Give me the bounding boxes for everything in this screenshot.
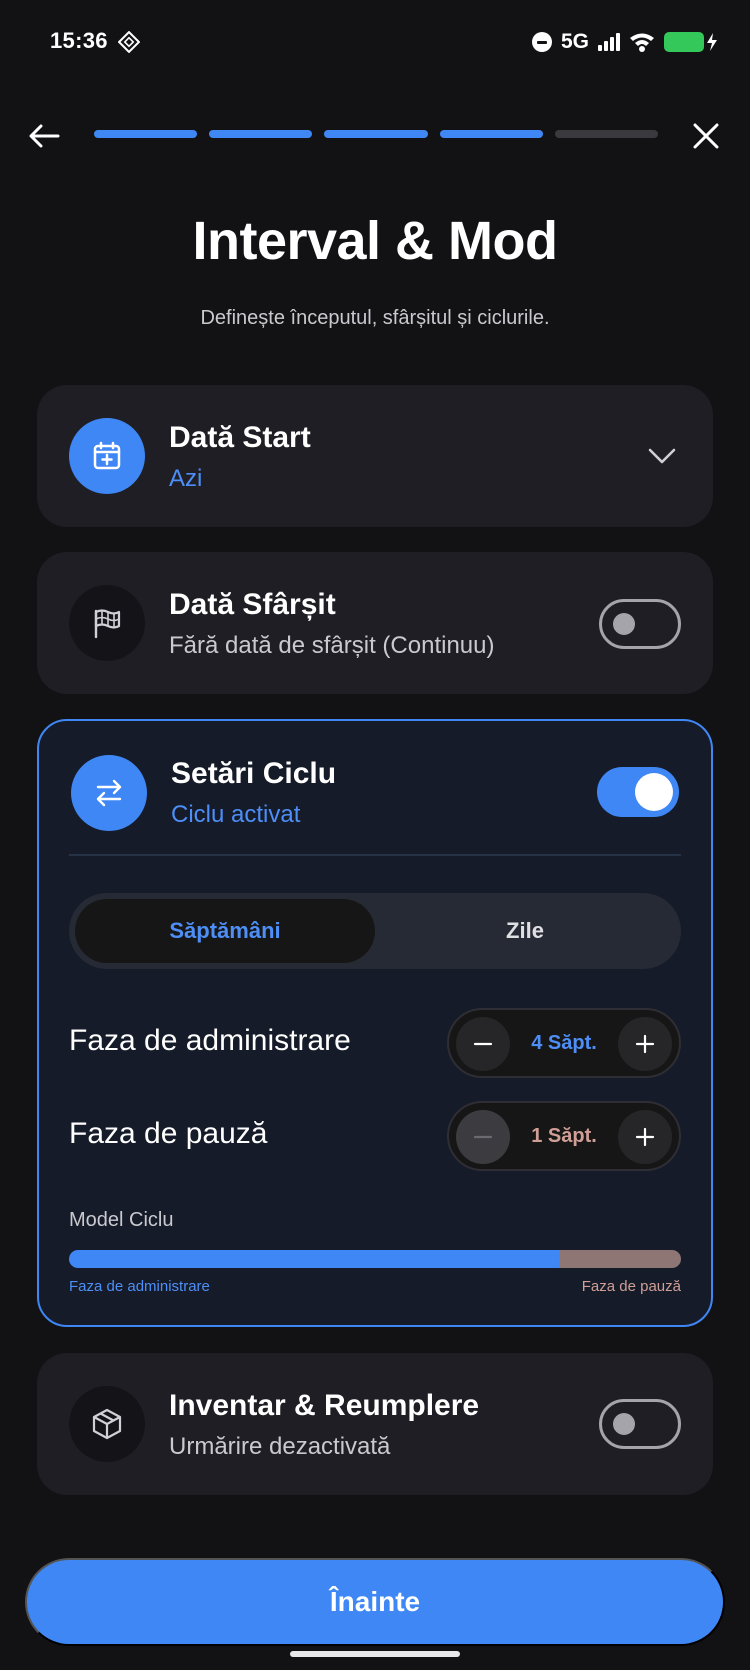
unit-option-days[interactable]: Zile (375, 899, 675, 963)
network-type: 5G (560, 30, 589, 53)
minus-icon (473, 1042, 493, 1046)
start-date-card[interactable]: Dată Start Azi (37, 385, 713, 527)
start-date-value: Azi (169, 465, 203, 492)
status-bar: 15:36 5G (0, 0, 750, 86)
progress-segment (554, 130, 659, 138)
end-date-card: Dată Sfârșit Fără dată de sfârșit (Conti… (37, 552, 713, 694)
arrow-left-icon[interactable] (26, 118, 62, 154)
progress-segment (324, 130, 428, 138)
inventory-toggle[interactable] (599, 1399, 681, 1449)
minus-icon (473, 1135, 493, 1139)
status-indicators: 5G (531, 30, 717, 54)
plus-icon (635, 1127, 655, 1147)
end-date-toggle[interactable] (599, 599, 681, 649)
do-not-disturb-icon (531, 32, 552, 52)
plus-icon (635, 1034, 655, 1054)
cycle-title: Setări Ciclu (171, 757, 337, 790)
signal-icon (598, 33, 620, 51)
admin-phase-label: Faza de administrare (69, 1024, 351, 1057)
cycle-model-admin-segment (69, 1250, 559, 1268)
cycle-model-label: Model Ciclu (69, 1209, 174, 1231)
divider (69, 854, 681, 856)
top-navigation (0, 110, 750, 160)
charging-bolt-icon (707, 33, 717, 51)
inventory-status: Urmărire dezactivată (169, 1433, 391, 1460)
start-date-title: Dată Start (169, 421, 311, 454)
admin-phase-stepper: 4 Săpt. (447, 1008, 681, 1078)
pause-phase-value: 1 Săpt. (531, 1124, 597, 1147)
battery-icon (664, 32, 717, 52)
inventory-card: Inventar & Reumplere Urmărire dezactivat… (37, 1353, 713, 1495)
pause-phase-label: Faza de pauză (69, 1117, 268, 1150)
cycle-model-pause-legend: Faza de pauză (581, 1278, 681, 1295)
cycle-status: Ciclu activat (171, 801, 301, 828)
flag-icon (69, 585, 145, 661)
cycle-model-bar (69, 1250, 681, 1268)
swap-arrows-icon (71, 755, 147, 831)
pause-increase-button[interactable] (618, 1110, 672, 1164)
chevron-down-icon[interactable] (647, 442, 677, 470)
unit-option-weeks[interactable]: Săptămâni (75, 899, 375, 963)
cycle-model-admin-legend: Faza de administrare (69, 1278, 210, 1295)
pause-phase-stepper: 1 Săpt. (447, 1101, 681, 1171)
progress-segment (94, 130, 198, 138)
calendar-plus-icon (69, 418, 145, 494)
admin-decrease-button[interactable] (456, 1017, 510, 1071)
page-subtitle: Definește începutul, sfârșitul și ciclur… (200, 307, 550, 329)
box-icon (69, 1386, 145, 1462)
home-indicator (290, 1651, 460, 1657)
page-title: Interval & Mod (192, 211, 558, 271)
end-date-title: Dată Sfârșit (169, 588, 336, 621)
cycle-toggle[interactable] (597, 767, 679, 817)
step-progress (94, 130, 659, 140)
next-button[interactable]: Înainte (25, 1558, 725, 1646)
app-notification-icon (118, 31, 140, 53)
status-time: 15:36 (50, 28, 108, 53)
inventory-title: Inventar & Reumplere (169, 1389, 480, 1422)
wifi-icon (630, 33, 654, 52)
admin-increase-button[interactable] (618, 1017, 672, 1071)
end-date-value: Fără dată de sfârșit (Continuu) (169, 632, 495, 659)
progress-segment (439, 130, 543, 138)
cycle-unit-selector: Săptămâni Zile (69, 893, 681, 969)
close-icon[interactable] (688, 118, 724, 154)
cycle-model-pause-segment (558, 1250, 681, 1268)
cycle-settings-card: Setări Ciclu Ciclu activat Săptămâni Zil… (37, 719, 713, 1327)
pause-decrease-button[interactable] (456, 1110, 510, 1164)
progress-segment (209, 130, 313, 138)
admin-phase-value: 4 Săpt. (531, 1031, 597, 1054)
